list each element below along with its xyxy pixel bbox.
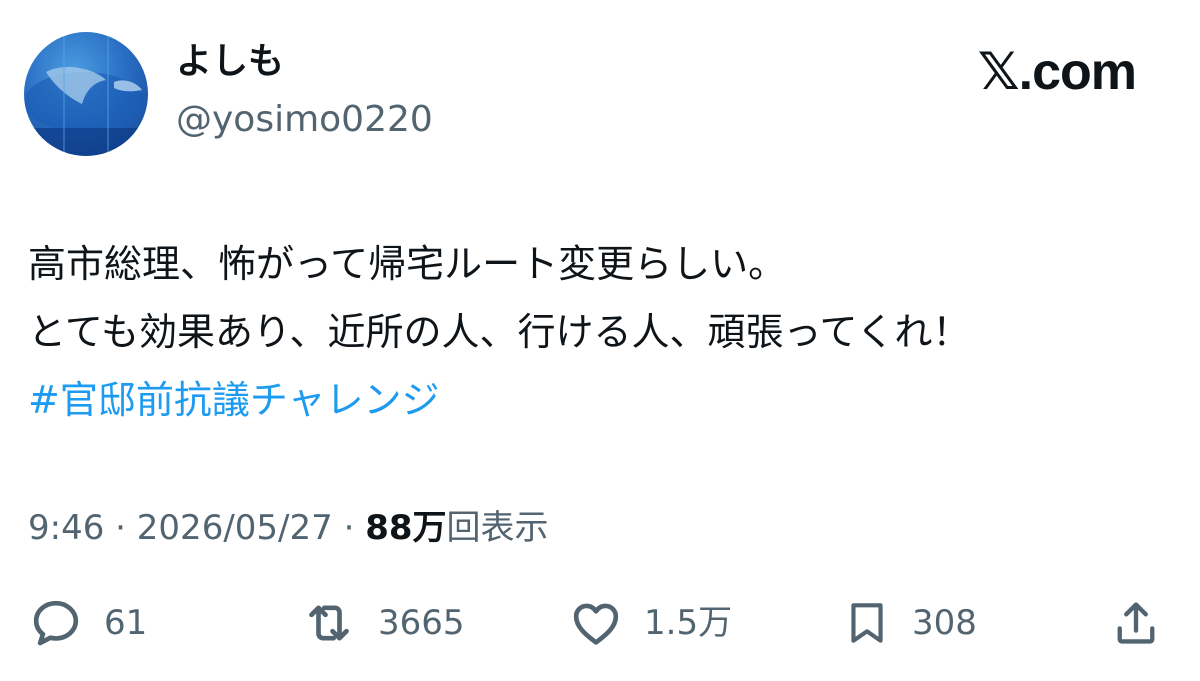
bookmark-button[interactable]: 308 bbox=[842, 595, 977, 651]
retweet-count: 3665 bbox=[378, 603, 465, 643]
like-count: 1.5万 bbox=[644, 603, 733, 643]
user-handle[interactable]: @yosimo0220 bbox=[176, 102, 433, 138]
tweet-line: とても効果あり、近所の人、行ける人、頑張ってくれ！ bbox=[28, 310, 971, 354]
meta-separator: · bbox=[332, 508, 366, 548]
tweet-line: 高市総理、怖がって帰宅ルート変更らしい。 bbox=[28, 242, 787, 286]
bookmark-count: 308 bbox=[912, 603, 977, 643]
tweet-date[interactable]: 2026/05/27 bbox=[137, 508, 333, 548]
retweet-button[interactable]: 3665 bbox=[300, 595, 465, 651]
bookmark-icon bbox=[851, 603, 883, 643]
tweet-meta: 9:46 · 2026/05/27 · 88万回表示 bbox=[28, 508, 549, 548]
reply-count: 61 bbox=[104, 603, 148, 643]
reply-icon bbox=[33, 600, 79, 646]
heart-icon bbox=[573, 603, 619, 645]
tweet-time[interactable]: 9:46 bbox=[28, 508, 104, 548]
site-logo: 𝕏.com bbox=[977, 43, 1137, 101]
like-button[interactable]: 1.5万 bbox=[568, 595, 732, 651]
tweet-text: 高市総理、怖がって帰宅ルート変更らしい。 とても効果あり、近所の人、行ける人、頑… bbox=[28, 230, 1178, 434]
views-count: 88万 bbox=[365, 508, 447, 548]
reply-button[interactable]: 61 bbox=[28, 595, 147, 651]
display-name[interactable]: よしも bbox=[176, 44, 284, 80]
meta-separator: · bbox=[104, 508, 137, 548]
action-bar: 61 3665 1.5万 308 bbox=[0, 595, 1200, 651]
avatar[interactable] bbox=[24, 32, 148, 156]
share-button[interactable] bbox=[1110, 595, 1162, 651]
retweet-icon bbox=[309, 605, 349, 641]
share-icon bbox=[1117, 602, 1155, 644]
hashtag-link[interactable]: #官邸前抗議チャレンジ bbox=[28, 366, 1178, 434]
views-label: 回表示 bbox=[446, 508, 549, 548]
